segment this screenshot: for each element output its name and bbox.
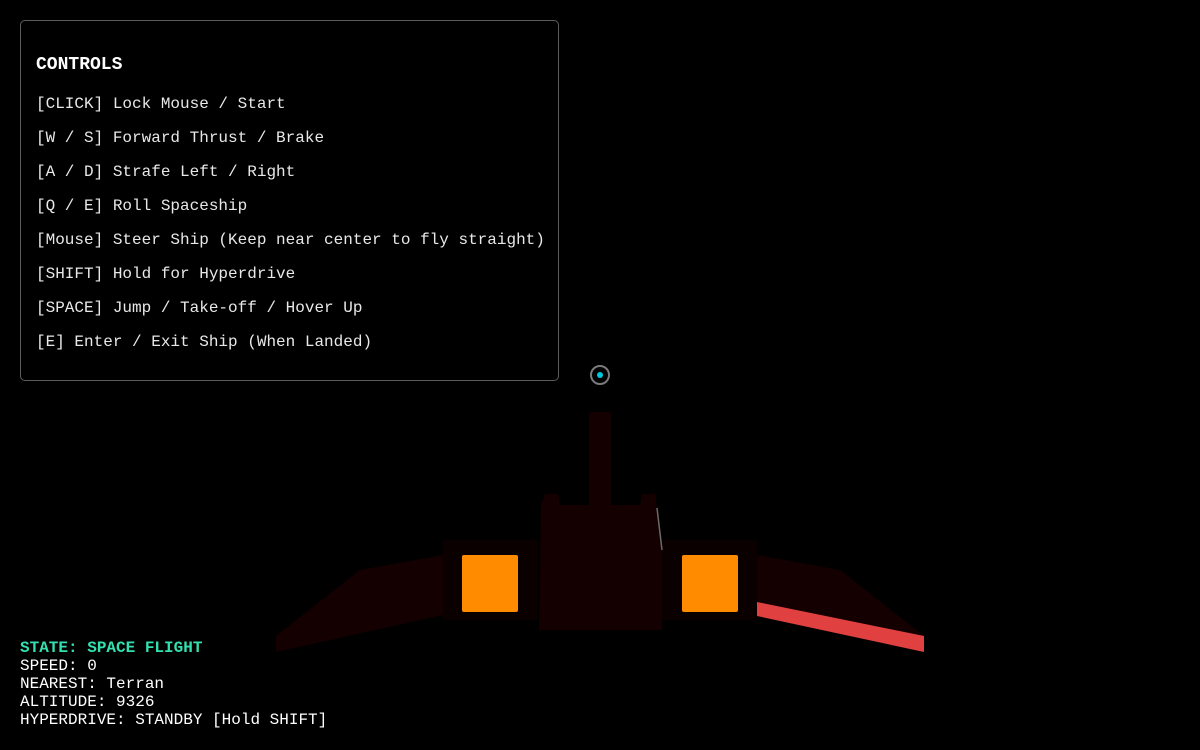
hud-speed: SPEED: 0	[20, 657, 97, 675]
control-item-roll: [Q / E] Roll Spaceship	[36, 197, 248, 215]
left-wing	[276, 555, 443, 652]
hud-altitude: ALTITUDE: 9326	[20, 693, 155, 711]
crosshair-reticle-icon	[590, 365, 610, 385]
control-item-thrust: [W / S] Forward Thrust / Brake	[36, 129, 325, 147]
hud-nearest: NEAREST: Terran	[20, 675, 165, 693]
control-item-jump: [SPACE] Jump / Take-off / Hover Up	[36, 299, 363, 317]
controls-panel: CONTROLS [CLICK] Lock Mouse / Start [W /…	[20, 20, 559, 381]
tail-fin	[589, 412, 611, 508]
right-engine-glow	[682, 555, 738, 612]
control-item-strafe: [A / D] Strafe Left / Right	[36, 163, 296, 181]
control-item-click: [CLICK] Lock Mouse / Start	[36, 95, 286, 113]
left-engine-glow	[462, 555, 518, 612]
crosshair-dot	[597, 372, 603, 378]
controls-title: CONTROLS	[36, 55, 123, 75]
control-item-mouse: [Mouse] Steer Ship (Keep near center to …	[36, 231, 545, 249]
status-hud: STATE: SPACE FLIGHT SPEED: 0 NEAREST: Te…	[20, 639, 327, 729]
ship-body	[539, 494, 662, 630]
control-item-enter-exit: [E] Enter / Exit Ship (When Landed)	[36, 333, 373, 351]
hud-hyperdrive: HYPERDRIVE: STANDBY [Hold SHIFT]	[20, 711, 328, 729]
game-viewport[interactable]: CONTROLS [CLICK] Lock Mouse / Start [W /…	[0, 0, 1200, 750]
controls-list: [CLICK] Lock Mouse / Start [W / S] Forwa…	[36, 94, 545, 366]
hud-state: STATE: SPACE FLIGHT	[20, 639, 203, 657]
control-item-hyperdrive: [SHIFT] Hold for Hyperdrive	[36, 265, 296, 283]
